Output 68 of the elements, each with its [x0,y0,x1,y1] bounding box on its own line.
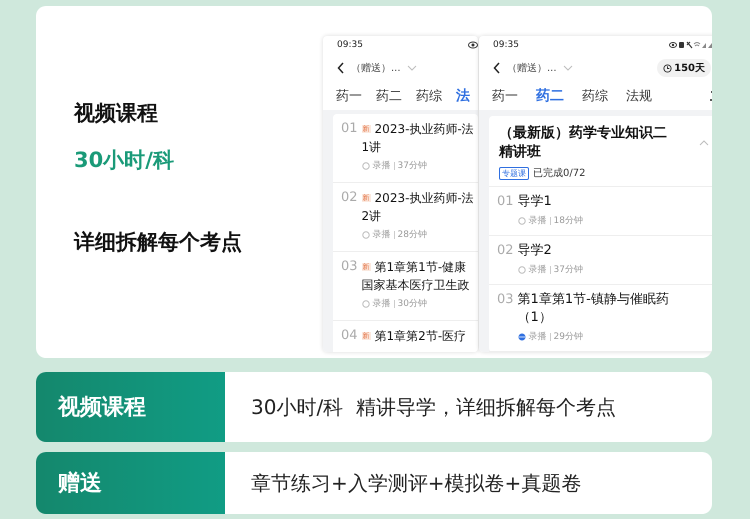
lesson-type: 录播 [528,214,547,227]
lesson-number: 02 [341,189,358,207]
feature-text: 详细拆解每个考点 [74,229,243,256]
lesson-title: 导学1 [518,193,553,211]
new-badge: 新 [362,263,371,271]
lesson-title: 第1章第1节-镇静与催眠药 （1） [518,291,669,327]
subject-tab[interactable]: 法规 [626,87,652,105]
status-time: 09:35 [337,40,363,50]
course-title: （最新版）药学专业知识二 精讲班 [499,124,668,162]
subject-tab[interactable]: 法 [456,87,470,105]
lesson-item[interactable]: 03 第1章第1节-镇静与催眠药 （1） 录播 29分钟 [489,285,712,352]
lesson-title: 导学2 [518,242,553,260]
lesson-number: 01 [341,120,358,138]
lesson-duration: 37分钟 [398,160,427,172]
back-icon[interactable] [337,62,345,74]
lesson-title: $^{新}$ 2023-执业药师-法 1讲 [362,121,474,156]
lesson-item[interactable]: 02 $^{新}$ 2023-执业药师-法 2讲 录播 28分钟 [333,183,478,252]
lesson-item[interactable]: 01 $^{新}$ 2023-执业药师-法 1讲 录播 37分钟 [333,114,478,183]
subject-tab[interactable]: 药二 [376,87,402,105]
lesson-duration: 29分钟 [554,330,583,343]
row-label: 视频课程 [36,372,225,442]
row-text: 章节练习+入学测评+模拟卷+真题卷 [250,470,582,496]
row-text: 30小时/科 精讲导学，详细拆解每个考点 [250,394,617,420]
validity-text: 150天 [674,62,705,75]
status-time: 09:35 [493,40,519,50]
course-tag: 专题课 [499,166,529,180]
subject-tab[interactable]: 药综 [416,87,442,105]
subject-tab[interactable]: 药一 [336,87,362,105]
lesson-title: $^{新}$ 2023-执业药师-法 2讲 [362,190,474,225]
course-dropdown-title[interactable]: （赠送）... [351,61,401,75]
eye-icon [468,41,478,49]
new-badge: 新 [362,125,371,133]
lesson-duration: 37分钟 [554,264,583,276]
lesson-type: 录播 [528,264,547,276]
status-icons-drawing [669,41,712,49]
lesson-number: 02 [497,242,514,260]
lesson-duration: 28分钟 [398,228,427,241]
new-badge: 新 [362,332,371,340]
lesson-title: $^{新}$ 第1章第2节-医疗 [362,328,466,345]
lesson-duration: 30分钟 [398,298,427,310]
lesson-item[interactable]: 01 导学1 录播 18分钟 [489,187,712,236]
lesson-title: $^{新}$ 第1章第1节-健康 国家基本医疗卫生政 [362,259,470,294]
caret-icon[interactable] [562,65,573,71]
lesson-item[interactable]: 02 导学2 录播 37分钟 [489,236,712,285]
subject-tab[interactable]: 药综 [582,87,608,105]
clock-icon [663,64,672,72]
course-dropdown-title[interactable]: （赠送）... [507,61,557,75]
subject-tab[interactable]: 药一 [492,87,518,105]
row-label: 赠送 [36,452,225,514]
lesson-item[interactable]: 03 $^{新}$ 第1章第1节-健康 国家基本医疗卫生政 录播 30分钟 [333,252,478,321]
lesson-type: 录播 [372,160,391,172]
lesson-type: 录播 [528,330,547,343]
lesson-duration: 18分钟 [554,214,583,227]
lesson-number: 03 [341,258,358,276]
chevron-icon[interactable] [699,140,709,146]
lesson-type: 录播 [372,228,391,241]
lesson-number: 01 [497,193,514,211]
lesson-number: 04 [341,327,358,345]
lesson-item[interactable]: 04 $^{新}$ 第1章第2节-医疗 [333,321,478,352]
new-badge: 新 [362,194,371,202]
subject-tab[interactable]: 药二 [536,87,564,105]
lesson-type: 录播 [372,298,391,310]
feature-text: 视频课程 [74,100,159,127]
lesson-number: 03 [497,291,514,309]
caret-icon[interactable] [406,65,417,71]
feature-text: 30小时/科 [74,147,175,174]
back-icon[interactable] [493,62,501,74]
progress-text: 已完成0/72 [533,166,586,180]
